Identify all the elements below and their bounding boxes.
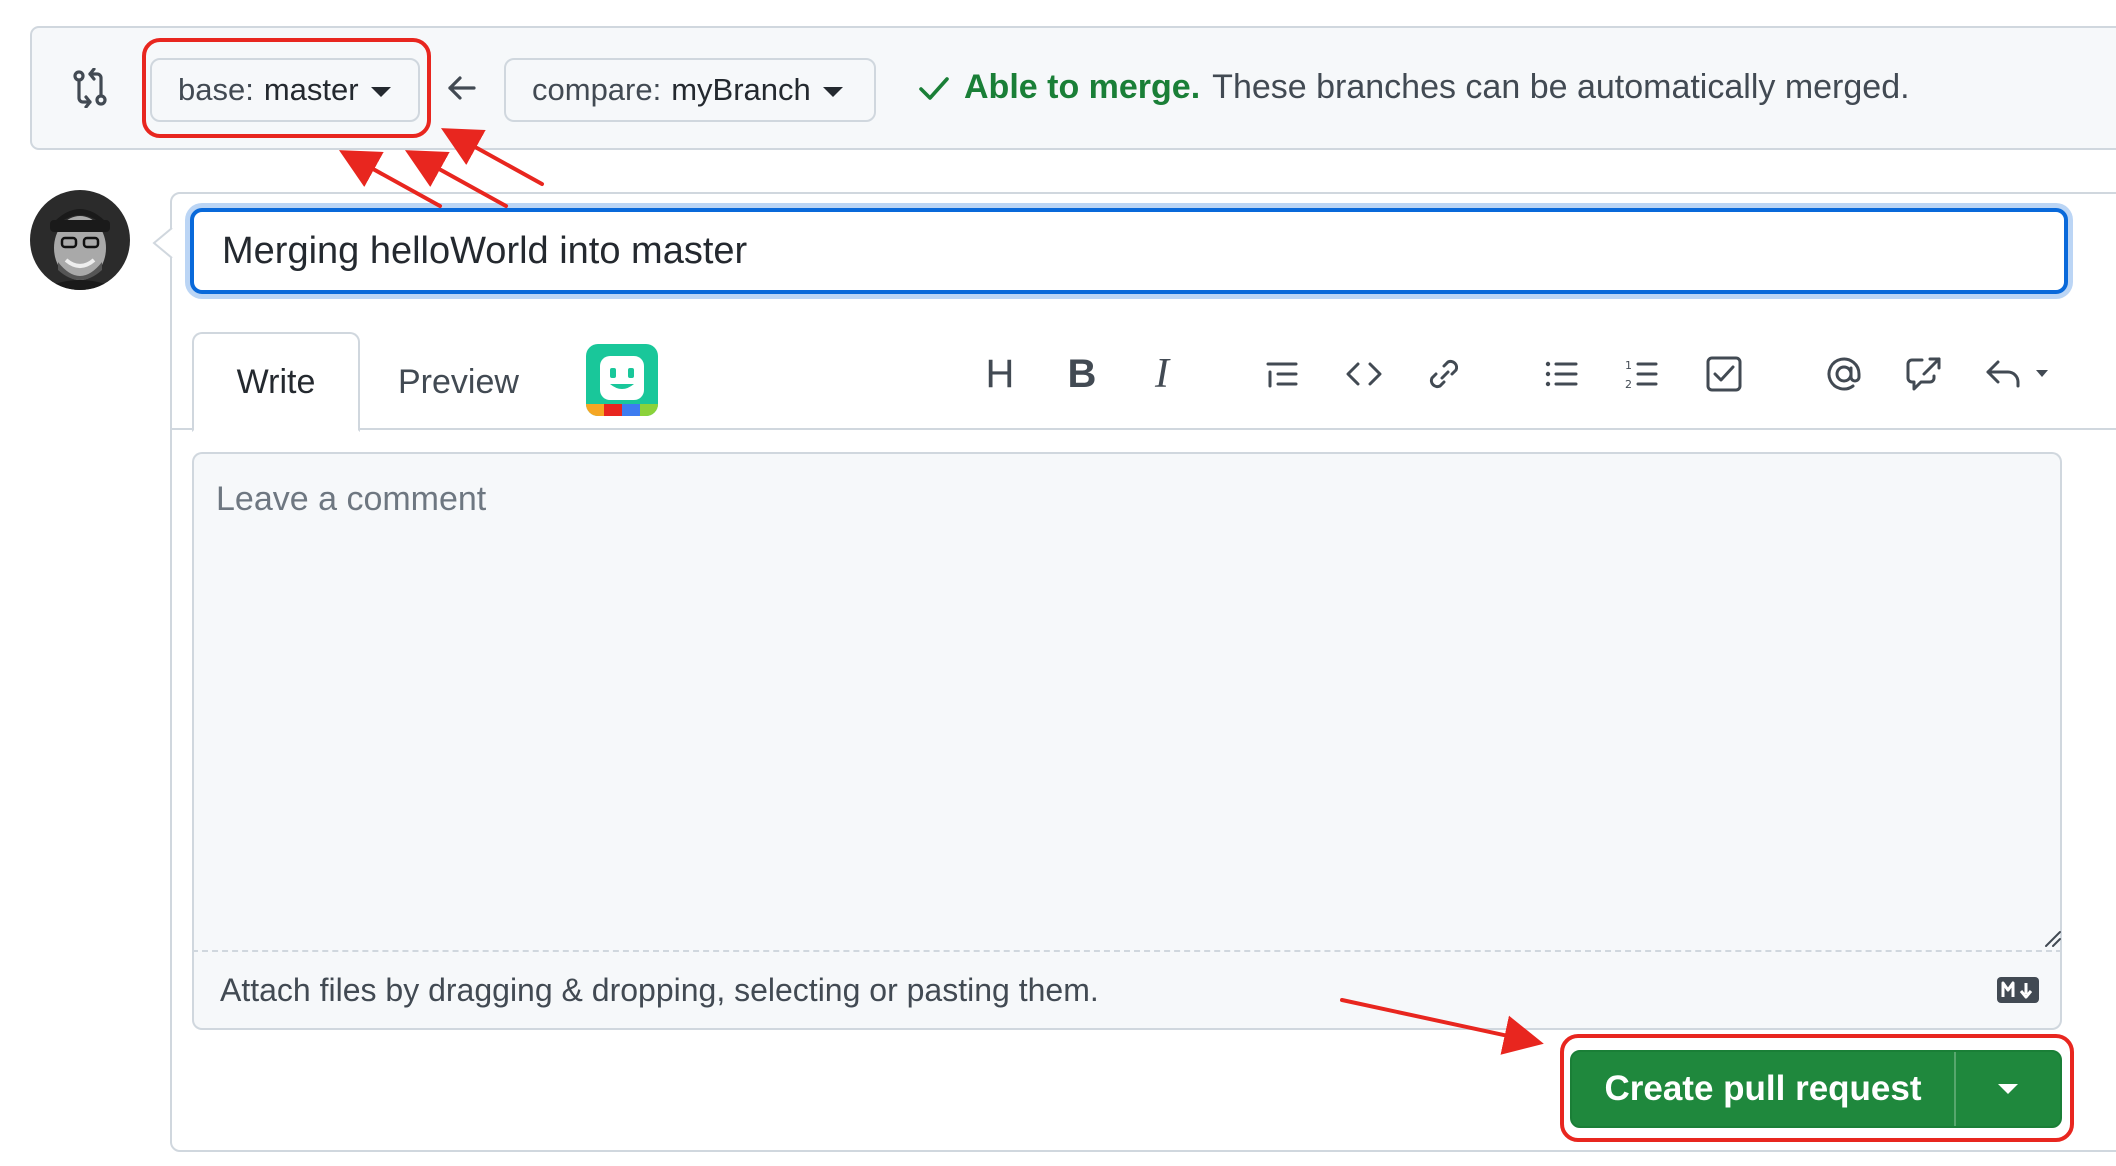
- tab-write[interactable]: Write: [192, 332, 360, 432]
- compare-branch-name: myBranch: [671, 72, 811, 107]
- arrow-left-icon: [442, 68, 482, 108]
- compare-label: compare:: [532, 72, 662, 107]
- git-compare-icon: [70, 67, 110, 109]
- merge-message: These branches can be automatically merg…: [1212, 68, 1910, 106]
- tab-preview[interactable]: Preview: [398, 332, 519, 432]
- speech-pointer: [152, 228, 173, 258]
- unordered-list-icon[interactable]: [1538, 350, 1586, 398]
- mention-icon[interactable]: [1820, 350, 1868, 398]
- annotation-highlight-base: [142, 38, 431, 138]
- reference-icon[interactable]: [1900, 350, 1948, 398]
- file-attachment-bar[interactable]: Attach files by dragging & dropping, sel…: [192, 950, 2062, 1030]
- bitmoji-icon[interactable]: [586, 344, 658, 416]
- ordered-list-icon[interactable]: 1 2: [1618, 350, 1666, 398]
- heading-icon[interactable]: H: [976, 350, 1024, 398]
- saved-replies-icon[interactable]: [1982, 350, 2056, 398]
- resize-handle-icon[interactable]: [2040, 926, 2062, 948]
- svg-text:1: 1: [1625, 359, 1632, 372]
- annotation-highlight-create: [1560, 1034, 2074, 1142]
- markdown-icon[interactable]: [1996, 976, 2040, 1004]
- svg-text:2: 2: [1625, 378, 1632, 391]
- bold-icon[interactable]: B: [1058, 350, 1106, 398]
- chevron-down-icon: [822, 86, 843, 97]
- merge-ok-text: Able to merge.: [964, 68, 1201, 106]
- merge-status: Able to merge. These branches can be aut…: [916, 68, 1910, 107]
- link-icon[interactable]: [1420, 350, 1468, 398]
- compare-branch-button[interactable]: compare: myBranch: [504, 58, 876, 122]
- code-icon[interactable]: [1340, 350, 1388, 398]
- attach-hint: Attach files by dragging & dropping, sel…: [220, 971, 1099, 1008]
- quote-icon[interactable]: [1258, 350, 1306, 398]
- check-icon: [919, 76, 949, 100]
- pr-title-input[interactable]: [190, 208, 2068, 294]
- comment-textarea[interactable]: [192, 452, 2062, 952]
- avatar[interactable]: [30, 190, 130, 290]
- task-list-icon[interactable]: [1700, 350, 1748, 398]
- italic-icon[interactable]: I: [1138, 350, 1186, 398]
